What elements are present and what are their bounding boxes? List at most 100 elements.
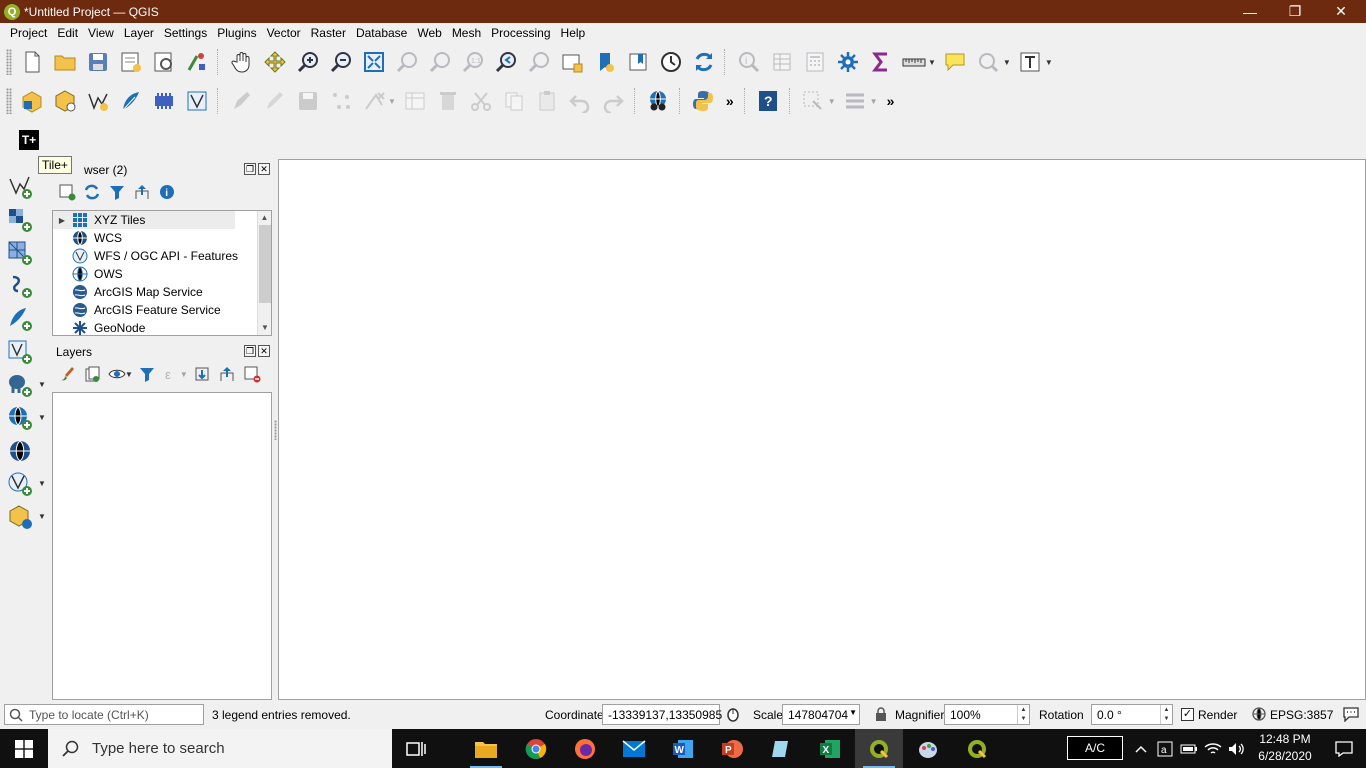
minimize-button[interactable]: — — [1227, 0, 1273, 23]
scroll-down-icon[interactable]: ▼ — [258, 321, 271, 335]
new-shapefile-layer-button[interactable] — [83, 86, 113, 116]
word-button[interactable]: W — [659, 729, 707, 768]
attributes-dropdown-icon[interactable]: ▼ — [870, 97, 878, 106]
add-wcs-layer-button[interactable] — [6, 437, 34, 465]
chrome-button[interactable] — [512, 729, 560, 768]
digitize-button[interactable] — [326, 86, 356, 116]
list-item[interactable]: WFS / OGC API - Features — [53, 247, 271, 265]
browser-scrollbar[interactable]: ▲ ▼ — [257, 211, 271, 335]
menu-layer[interactable]: Layer — [119, 26, 159, 40]
toolbar-overflow-icon[interactable]: » — [887, 93, 895, 109]
restore-button[interactable]: ❐ — [1272, 0, 1318, 23]
menu-database[interactable]: Database — [351, 26, 412, 40]
list-item[interactable]: WCS — [53, 229, 271, 247]
paste-features-button[interactable] — [532, 86, 562, 116]
menu-mesh[interactable]: Mesh — [447, 26, 486, 40]
list-item[interactable]: GeoNode — [53, 319, 271, 335]
magnifier-spin-buttons[interactable]: ▲ ▼ — [1017, 705, 1029, 724]
input-language-indicator[interactable]: A/C — [1067, 736, 1123, 760]
filter-legend-button[interactable] — [136, 363, 158, 385]
zoom-to-layer-button[interactable] — [425, 47, 455, 77]
zoom-out-button[interactable] — [326, 47, 356, 77]
wifi-button[interactable] — [1202, 729, 1224, 768]
select-dropdown-icon[interactable]: ▼ — [1003, 58, 1011, 67]
add-spatialite-layer-button[interactable] — [6, 305, 34, 333]
new-map-view-button[interactable] — [557, 47, 587, 77]
select-by-area-button[interactable] — [798, 86, 828, 116]
zoom-in-button[interactable] — [293, 47, 323, 77]
list-item[interactable]: ▶ XYZ Tiles — [53, 211, 235, 229]
measure-dropdown-icon[interactable]: ▼ — [928, 58, 936, 67]
task-view-button[interactable] — [392, 729, 440, 768]
zoom-next-button[interactable] — [524, 47, 554, 77]
firefox-button[interactable] — [561, 729, 609, 768]
quickmapservices-button[interactable] — [643, 86, 673, 116]
list-item[interactable]: ArcGIS Feature Service — [53, 301, 271, 319]
pan-map-button[interactable] — [227, 47, 257, 77]
taskbar-clock[interactable]: 12:48 PM 6/28/2020 — [1250, 731, 1320, 765]
toolbar-overflow-icon[interactable]: » — [726, 93, 734, 109]
text-annotation-button[interactable] — [1015, 47, 1045, 77]
new-geopackage-button[interactable] — [6, 503, 34, 531]
select-area-dropdown-icon[interactable]: ▼ — [828, 97, 836, 106]
new-print-layout-button[interactable] — [116, 47, 146, 77]
add-delimited-text-layer-button[interactable] — [6, 272, 34, 300]
browser-filter-button[interactable] — [106, 181, 128, 203]
messages-button[interactable] — [1342, 706, 1360, 723]
list-item[interactable]: ArcGIS Map Service — [53, 283, 271, 301]
map-canvas[interactable] — [278, 159, 1366, 700]
browser-properties-button[interactable]: i — [156, 181, 178, 203]
add-group-button[interactable] — [81, 363, 103, 385]
action-center-button[interactable] — [1322, 729, 1366, 768]
new-bookmark-button[interactable] — [590, 47, 620, 77]
temporal-controller-button[interactable] — [656, 47, 686, 77]
volume-button[interactable] — [1226, 729, 1248, 768]
menu-processing[interactable]: Processing — [486, 26, 555, 40]
layers-close-button[interactable]: ✕ — [258, 345, 270, 357]
add-wfs-layer-button[interactable] — [6, 470, 34, 498]
expression-dropdown-icon[interactable]: ▼ — [180, 370, 188, 379]
new-spatialite-layer-button[interactable] — [116, 86, 146, 116]
render-checkbox[interactable]: ✓ — [1181, 708, 1194, 721]
themes-dropdown-icon[interactable]: ▼ — [125, 370, 133, 379]
cut-features-button[interactable] — [466, 86, 496, 116]
menu-web[interactable]: Web — [412, 26, 446, 40]
layout-manager-button[interactable] — [149, 47, 179, 77]
current-edits-button[interactable] — [227, 86, 257, 116]
extents-toggle-button[interactable] — [725, 706, 741, 722]
modify-attributes-button[interactable] — [400, 86, 430, 116]
layers-float-button[interactable]: ❐ — [244, 345, 256, 357]
measure-line-button[interactable] — [899, 47, 929, 77]
taskbar-search-input[interactable]: Type here to search — [48, 729, 392, 768]
postgis-dropdown-icon[interactable]: ▼ — [38, 380, 46, 389]
new-virtual-layer-button[interactable] — [182, 86, 212, 116]
redo-button[interactable] — [598, 86, 628, 116]
add-wms-layer-button[interactable] — [6, 404, 34, 432]
copy-features-button[interactable] — [499, 86, 529, 116]
zoom-to-selection-button[interactable] — [392, 47, 422, 77]
new-temporary-layer-button[interactable] — [149, 86, 179, 116]
save-edits-button[interactable] — [293, 86, 323, 116]
menu-project[interactable]: Project — [0, 26, 52, 40]
menu-vector[interactable]: Vector — [262, 26, 306, 40]
collapse-all-button[interactable] — [216, 363, 238, 385]
ime-button[interactable]: a — [1154, 729, 1176, 768]
tile-plus-button[interactable]: T+ — [14, 125, 44, 155]
attributes-toolbar-button[interactable] — [840, 86, 870, 116]
add-raster-layer-button[interactable] — [6, 206, 34, 234]
start-button[interactable] — [0, 729, 48, 768]
rotation-spin-buttons[interactable]: ▲ ▼ — [1160, 705, 1172, 724]
menu-plugins[interactable]: Plugins — [212, 26, 261, 40]
undo-button[interactable] — [565, 86, 595, 116]
wms-dropdown-icon[interactable]: ▼ — [38, 413, 46, 422]
menu-view[interactable]: View — [83, 26, 119, 40]
open-project-button[interactable] — [50, 47, 80, 77]
add-mesh-layer-button[interactable] — [6, 239, 34, 267]
menu-settings[interactable]: Settings — [159, 26, 212, 40]
browser-close-button[interactable]: ✕ — [258, 163, 270, 175]
excel-button[interactable]: X — [806, 729, 854, 768]
pan-to-selection-button[interactable] — [260, 47, 290, 77]
vertex-tool-button[interactable] — [359, 86, 389, 116]
new-geopackage-layer-button[interactable] — [50, 86, 80, 116]
zoom-native-resolution-button[interactable]: 1:1 — [458, 47, 488, 77]
